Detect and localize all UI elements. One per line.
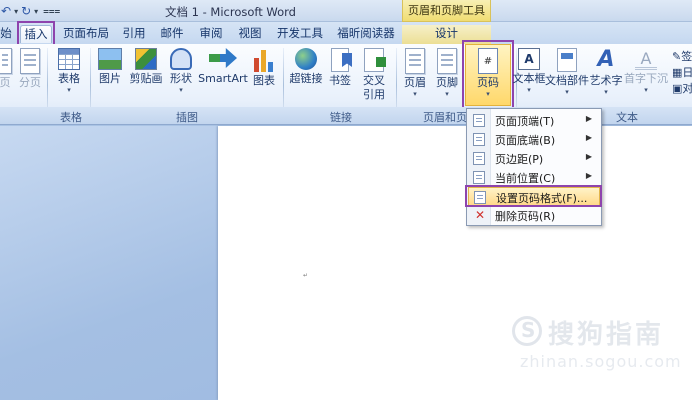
- format-page-number-icon: [474, 191, 486, 204]
- sogou-logo-icon: [512, 316, 542, 346]
- menu-item-remove-page-numbers[interactable]: 删除页码(R): [468, 206, 600, 225]
- table-icon: [58, 48, 80, 70]
- group-label-illustrations: 插图: [176, 111, 198, 124]
- footer-button[interactable]: 页脚 ▾: [433, 48, 461, 98]
- picture-button[interactable]: 图片: [96, 48, 124, 86]
- bookmark-icon: [331, 48, 349, 72]
- shapes-icon: [170, 48, 192, 70]
- smartart-icon: [209, 48, 237, 68]
- ribbon-tabs: 始 插入 页面布局 引用 邮件 审阅 视图 开发工具 福昕阅读器 设计: [0, 22, 692, 44]
- context-tool-group-title: 页眉和页脚工具: [402, 0, 491, 22]
- chart-button[interactable]: 图表: [250, 48, 278, 88]
- submenu-arrow-icon: ▶: [585, 152, 592, 161]
- submenu-arrow-icon: ▶: [585, 171, 592, 180]
- group-label-header-footer: 页眉和页: [423, 111, 467, 124]
- chevron-down-icon: ▾: [527, 86, 531, 94]
- group-label-text: 文本: [616, 111, 638, 124]
- textbox-button[interactable]: A 文本框 ▾: [511, 48, 547, 94]
- paragraph-mark-icon: ↵: [303, 272, 309, 279]
- page-number-menu: 页面顶端(T) ▶ 页面底端(B) ▶ 页边距(P) ▶ 当前位置(C) ▶ 设…: [466, 108, 602, 226]
- group-label-links: 链接: [330, 111, 352, 124]
- menu-item-bottom-of-page[interactable]: 页面底端(B) ▶: [468, 130, 600, 149]
- hyperlink-icon: [295, 48, 317, 70]
- tab-view[interactable]: 视图: [235, 25, 265, 43]
- shapes-button[interactable]: 形状 ▾: [167, 48, 195, 94]
- page-icon: [0, 48, 12, 74]
- tab-review[interactable]: 审阅: [196, 25, 226, 43]
- tab-home[interactable]: 始: [0, 25, 14, 43]
- submenu-arrow-icon: ▶: [585, 114, 592, 123]
- tab-design[interactable]: 设计: [402, 25, 491, 44]
- chevron-down-icon: ▾: [179, 86, 183, 94]
- object-button[interactable]: ▣对: [672, 80, 692, 96]
- dropcap-button[interactable]: A 首字下沉 ▾: [624, 48, 668, 94]
- chevron-down-icon: ▾: [445, 90, 449, 98]
- picture-icon: [98, 48, 122, 70]
- quick-parts-icon: [557, 48, 577, 72]
- footer-icon: [437, 48, 457, 74]
- title-bar: ↶ ▾ ↻ ▾ ⩶ 文档 1 - Microsoft Word 页眉和页脚工具: [0, 0, 692, 22]
- page-bottom-icon: [473, 133, 485, 146]
- wordart-icon: A: [597, 47, 615, 72]
- smartart-button[interactable]: SmartArt: [198, 48, 248, 86]
- tab-insert[interactable]: 插入: [20, 25, 52, 43]
- menu-item-top-of-page[interactable]: 页面顶端(T) ▶: [468, 111, 600, 130]
- customize-qat-icon[interactable]: ⩶: [40, 6, 60, 17]
- signature-line-button[interactable]: ✎签: [672, 48, 692, 64]
- menu-item-page-margins[interactable]: 页边距(P) ▶: [468, 149, 600, 168]
- group-label-tables: 表格: [60, 111, 82, 124]
- submenu-arrow-icon: ▶: [585, 133, 592, 142]
- cross-reference-button[interactable]: 交叉 引用: [359, 48, 389, 102]
- undo-icon[interactable]: ↶: [0, 4, 12, 18]
- menu-item-current-position[interactable]: 当前位置(C) ▶: [468, 168, 600, 187]
- watermark: 搜狗指南 zhinan.sogou.com: [508, 312, 681, 382]
- undo-dropdown-icon[interactable]: ▾: [12, 7, 20, 16]
- wordart-button[interactable]: A 艺术字 ▾: [589, 47, 623, 97]
- page-margin-icon: [473, 152, 485, 165]
- quick-access-toolbar: ↶ ▾ ↻ ▾ ⩶: [0, 3, 60, 19]
- cross-reference-icon: [364, 48, 386, 72]
- chevron-down-icon: ▾: [565, 88, 569, 96]
- chevron-down-icon: ▾: [644, 86, 648, 94]
- table-button[interactable]: 表格 ▾: [52, 48, 86, 94]
- redo-dropdown-icon[interactable]: ▾: [32, 7, 40, 16]
- quick-parts-button[interactable]: 文档部件 ▾: [545, 48, 589, 96]
- page-button[interactable]: 页: [0, 48, 14, 90]
- hyperlink-button[interactable]: 超链接: [288, 48, 324, 86]
- tab-foxit-reader[interactable]: 福昕阅读器: [333, 25, 399, 43]
- textbox-icon: A: [518, 48, 540, 70]
- chevron-down-icon: ▾: [486, 90, 490, 98]
- tab-references[interactable]: 引用: [119, 25, 149, 43]
- bookmark-button[interactable]: 书签: [327, 48, 353, 88]
- chevron-down-icon: ▾: [604, 88, 608, 96]
- header-icon: [405, 48, 425, 74]
- tab-page-layout[interactable]: 页面布局: [59, 25, 113, 43]
- date-time-button[interactable]: ▦日: [672, 64, 692, 80]
- delete-icon: [473, 208, 487, 222]
- current-position-icon: [473, 171, 485, 184]
- page-break-button[interactable]: 分页: [16, 48, 44, 90]
- redo-icon[interactable]: ↻: [20, 4, 32, 18]
- clipart-button[interactable]: 剪贴画: [127, 48, 165, 86]
- header-button[interactable]: 页眉 ▾: [401, 48, 429, 98]
- page-number-button[interactable]: # 页码 ▾: [468, 48, 508, 98]
- page-top-icon: [473, 114, 485, 127]
- object-icon: ▣: [672, 82, 683, 95]
- page-number-icon: #: [478, 48, 498, 74]
- menu-item-format-page-numbers[interactable]: 设置页码格式(F)...: [468, 187, 600, 206]
- clipart-icon: [135, 48, 157, 70]
- tab-mailings[interactable]: 邮件: [157, 25, 187, 43]
- tab-developer[interactable]: 开发工具: [273, 25, 327, 43]
- page-break-icon: [20, 48, 40, 74]
- chevron-down-icon: ▾: [413, 90, 417, 98]
- window-title: 文档 1 - Microsoft Word: [165, 5, 296, 19]
- signature-icon: ✎: [672, 50, 682, 63]
- dropcap-icon: A: [635, 48, 657, 70]
- chart-icon: [252, 48, 276, 72]
- chevron-down-icon: ▾: [67, 86, 71, 94]
- date-icon: ▦: [672, 66, 683, 79]
